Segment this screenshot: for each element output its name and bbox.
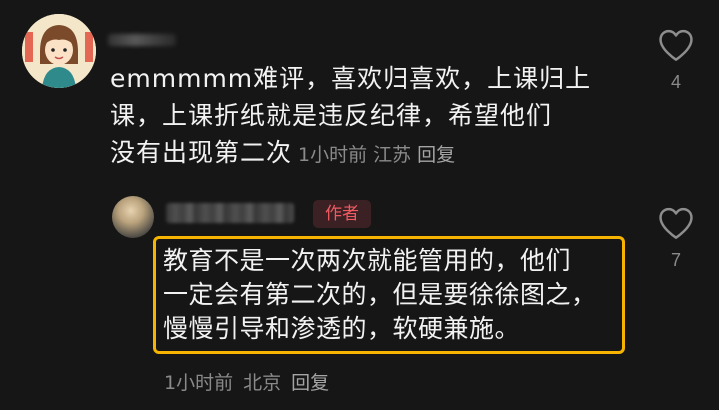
reply-time: 1小时前 [164,372,234,394]
comment-body: emmmmm难评，喜欢归喜欢，上课归上 课，上课折纸就是违反纪律，希望他们 没有… [110,60,630,174]
heart-outline-icon[interactable] [657,206,695,240]
reply-meta: 1小时前 北京 回复 [164,368,339,395]
commenter-username-blurred[interactable] [108,34,176,46]
cartoon-girl-avatar-icon [22,14,96,88]
comment-thread: emmmmm难评，喜欢归喜欢，上课归上 课，上课折纸就是违反纪律，希望他们 没有… [0,0,719,410]
comment-text-segment: 没有出现第二次 [110,138,293,167]
reply-text-line: 一定会有第二次的，但是要徐徐图之， [163,280,597,309]
comment-text-line: emmmmm难评，喜欢归喜欢，上课归上 [110,64,592,93]
comment-text-line: 没有出现第二次 1小时前 江苏 回复 [110,134,630,174]
commenter-avatar[interactable] [22,14,96,88]
reply-location: 北京 [243,372,282,394]
reply-text-line: 慢慢引导和渗透的，软硬兼施。 [163,314,521,343]
like-count: 7 [670,250,681,270]
comment-like[interactable]: 4 [656,28,696,93]
reply-button[interactable]: 回复 [291,372,329,394]
reply-like[interactable]: 7 [656,206,696,271]
author-username-blurred[interactable] [166,203,294,223]
comment-time: 1小时前 [298,144,368,166]
author-avatar[interactable] [112,196,154,238]
like-count: 4 [670,72,681,92]
reply-button[interactable]: 回复 [417,144,455,166]
comment-location: 江苏 [373,144,412,166]
reply-body: 教育不是一次两次就能管用的，他们 一定会有第二次的，但是要徐徐图之， 慢慢引导和… [163,244,623,346]
comment-text-line: 课，上课折纸就是违反纪律，希望他们 [110,101,553,130]
reply-text-line: 教育不是一次两次就能管用的，他们 [163,246,572,275]
author-badge: 作者 [313,200,371,228]
comment-meta: 1小时前 江苏 回复 [292,144,455,166]
heart-outline-icon[interactable] [657,28,695,62]
